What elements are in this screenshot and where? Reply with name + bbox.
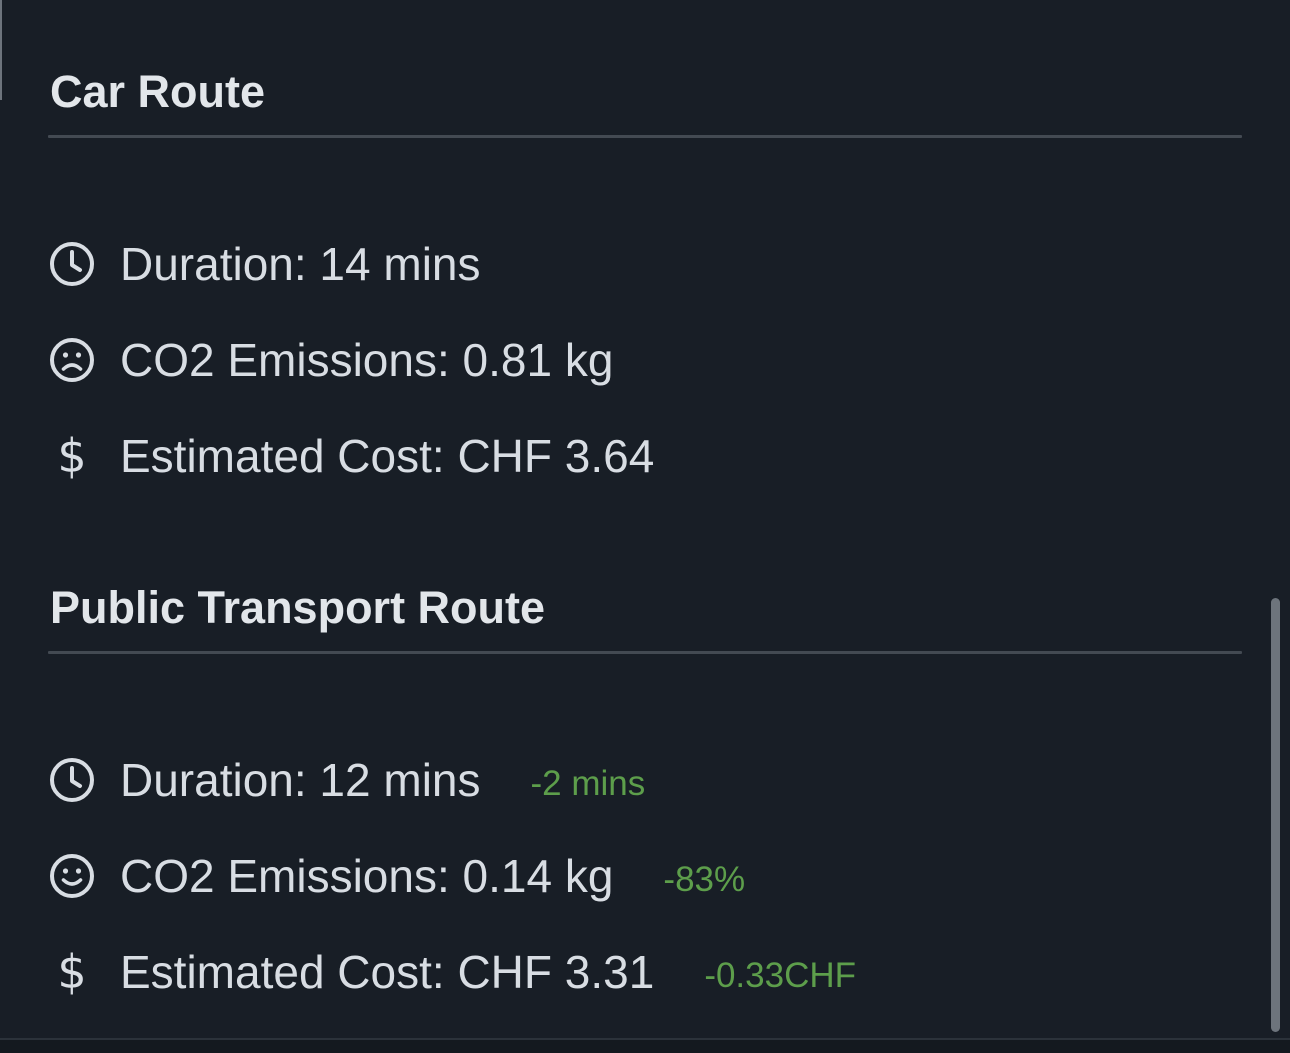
pt-cost-delta: -0.33CHF — [704, 956, 857, 995]
pt-cost-row: $ Estimated Cost: CHF 3.31 -0.33CHF — [48, 924, 1242, 1020]
smile-face-icon — [48, 852, 96, 900]
clock-icon — [48, 756, 96, 804]
public-transport-route-title: Public Transport Route — [50, 582, 546, 633]
pt-duration-text: Duration: 12 mins — [120, 754, 481, 806]
dollar-icon: $ — [57, 429, 87, 483]
car-route-section: Car Route Duration: 14 mins CO2 Emission… — [48, 64, 1242, 504]
pt-emissions-row: CO2 Emissions: 0.14 kg -83% — [48, 828, 1242, 924]
pt-cost-text: Estimated Cost: CHF 3.31 — [120, 946, 655, 998]
car-emissions-text: CO2 Emissions: 0.81 kg — [120, 334, 614, 386]
pt-emissions-text: CO2 Emissions: 0.14 kg — [120, 850, 614, 902]
car-cost-text: Estimated Cost: CHF 3.64 — [120, 430, 655, 482]
car-route-title: Car Route — [50, 66, 266, 117]
pt-duration-delta: -2 mins — [530, 764, 646, 803]
clock-icon — [48, 240, 96, 288]
car-cost-row: $ Estimated Cost: CHF 3.64 — [48, 408, 1242, 504]
section-divider — [48, 135, 1242, 138]
route-comparison-panel: Car Route Duration: 14 mins CO2 Emission… — [0, 0, 1290, 1053]
car-emissions-row: CO2 Emissions: 0.81 kg — [48, 312, 1242, 408]
panel-bottom-edge — [0, 1038, 1290, 1053]
vertical-scrollbar[interactable] — [1271, 598, 1280, 1032]
public-transport-route-section: Public Transport Route Duration: 12 mins… — [48, 580, 1242, 1020]
car-duration-row: Duration: 14 mins — [48, 216, 1242, 312]
car-duration-text: Duration: 14 mins — [120, 238, 481, 290]
frown-face-icon — [48, 336, 96, 384]
pt-duration-row: Duration: 12 mins -2 mins — [48, 732, 1242, 828]
section-divider — [48, 651, 1242, 654]
pt-emissions-delta: -83% — [663, 860, 746, 899]
panel-edge-mark — [0, 0, 2, 100]
dollar-icon: $ — [57, 945, 87, 999]
